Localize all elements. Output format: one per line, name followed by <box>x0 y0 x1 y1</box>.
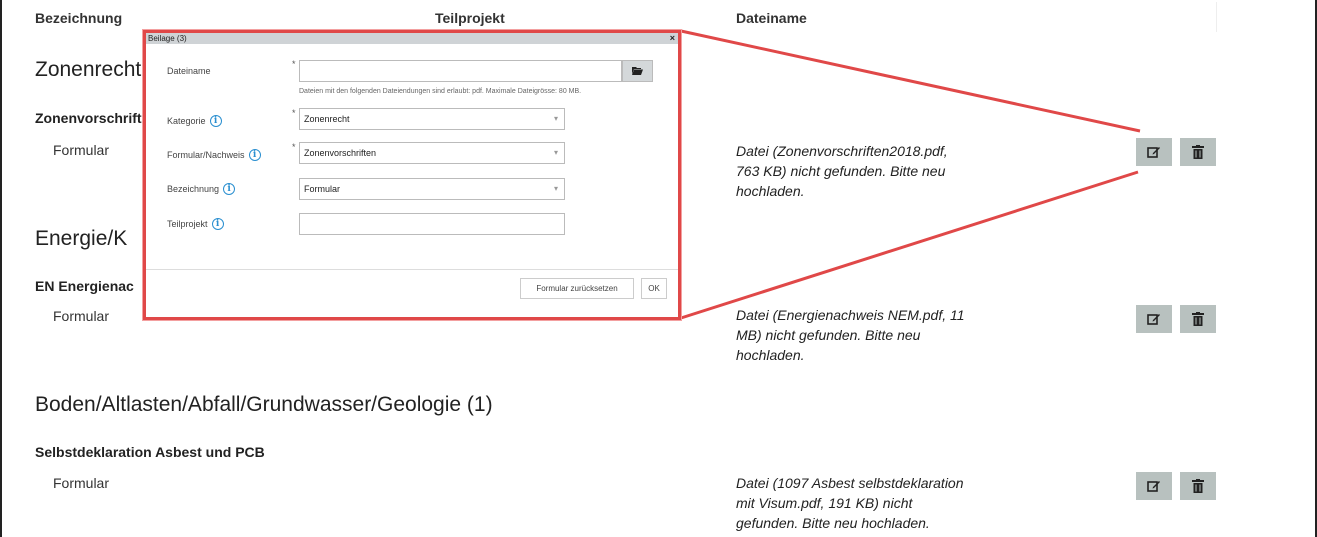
reset-form-button[interactable]: Formular zurücksetzen <box>520 278 634 299</box>
group-title-energienachweis: EN Energienac <box>35 278 134 294</box>
ok-button[interactable]: OK <box>641 278 667 299</box>
row-label: Formular <box>53 475 110 491</box>
trash-icon <box>1192 145 1204 159</box>
edit-button[interactable] <box>1136 138 1172 166</box>
delete-button[interactable] <box>1180 305 1216 333</box>
info-icon[interactable]: i <box>223 183 236 195</box>
edit-button[interactable] <box>1136 305 1172 333</box>
dialog-title: Beilage (3) <box>148 34 187 43</box>
dialog-footer-divider <box>146 269 678 270</box>
info-icon[interactable]: i <box>211 218 224 230</box>
caret-down-icon: ▾ <box>553 114 558 123</box>
column-header-teilprojekt[interactable]: Teilprojekt <box>435 10 505 26</box>
label-formular-nachweis: Formular/Nachweis i <box>167 149 261 161</box>
edit-icon <box>1147 479 1161 493</box>
formular-nachweis-select[interactable]: Zonenvorschriften ▾ <box>299 142 565 164</box>
group-title-selbstdeklaration: Selbstdeklaration Asbest und PCB <box>35 444 265 460</box>
row-label: Formular <box>53 308 110 324</box>
file-status-message: Datei (1097 Asbest selbstdeklaration mit… <box>736 475 964 531</box>
delete-button[interactable] <box>1180 472 1216 500</box>
info-icon[interactable]: i <box>248 149 261 161</box>
teilprojekt-input[interactable] <box>299 213 565 235</box>
kategorie-select[interactable]: Zonenrecht ▾ <box>299 108 565 130</box>
browse-button[interactable] <box>622 60 653 82</box>
bezeichnung-select[interactable]: Formular ▾ <box>299 178 565 200</box>
section-title-zonenrecht: Zonenrecht <box>35 58 142 81</box>
row-label: Formular <box>53 142 110 158</box>
caret-down-icon: ▾ <box>553 184 558 193</box>
dialog-titlebar[interactable]: Beilage (3) × <box>146 33 678 44</box>
section-title-energie: Energie/K <box>35 227 128 250</box>
edit-icon <box>1147 312 1161 326</box>
section-title-boden: Boden/Altlasten/Abfall/Grundwasser/Geolo… <box>35 393 493 416</box>
folder-open-icon <box>632 62 643 80</box>
column-header-bezeichnung[interactable]: Bezeichnung <box>35 10 122 26</box>
file-type-hint: Dateien mit den folgenden Dateiendungen … <box>299 88 582 95</box>
file-status-message: Datei (Zonenvorschriften2018.pdf, 763 KB… <box>736 143 948 199</box>
header-divider <box>1216 2 1217 32</box>
delete-button[interactable] <box>1180 138 1216 166</box>
dateiname-input[interactable] <box>299 60 622 82</box>
file-status-message: Datei (Energienachweis NEM.pdf, 11 MB) n… <box>736 307 965 363</box>
required-marker: * <box>292 142 296 152</box>
trash-icon <box>1192 479 1204 493</box>
required-marker: * <box>292 108 296 118</box>
caret-down-icon: ▾ <box>553 148 558 157</box>
trash-icon <box>1192 312 1204 326</box>
info-icon[interactable]: i <box>209 115 222 127</box>
label-dateiname: Dateiname <box>167 66 211 76</box>
required-marker: * <box>292 59 296 69</box>
label-kategorie: Kategorie i <box>167 115 222 127</box>
group-title-zonenvorschriften: Zonenvorschriften <box>35 110 158 126</box>
edit-icon <box>1147 145 1161 159</box>
label-teilprojekt: Teilprojekt i <box>167 218 224 230</box>
column-header-dateiname[interactable]: Dateiname <box>736 10 807 26</box>
label-bezeichnung: Bezeichnung i <box>167 183 236 195</box>
close-icon[interactable]: × <box>670 33 675 44</box>
beilage-dialog: Beilage (3) × Dateiname * Dateien mit de… <box>143 30 681 320</box>
edit-button[interactable] <box>1136 472 1172 500</box>
